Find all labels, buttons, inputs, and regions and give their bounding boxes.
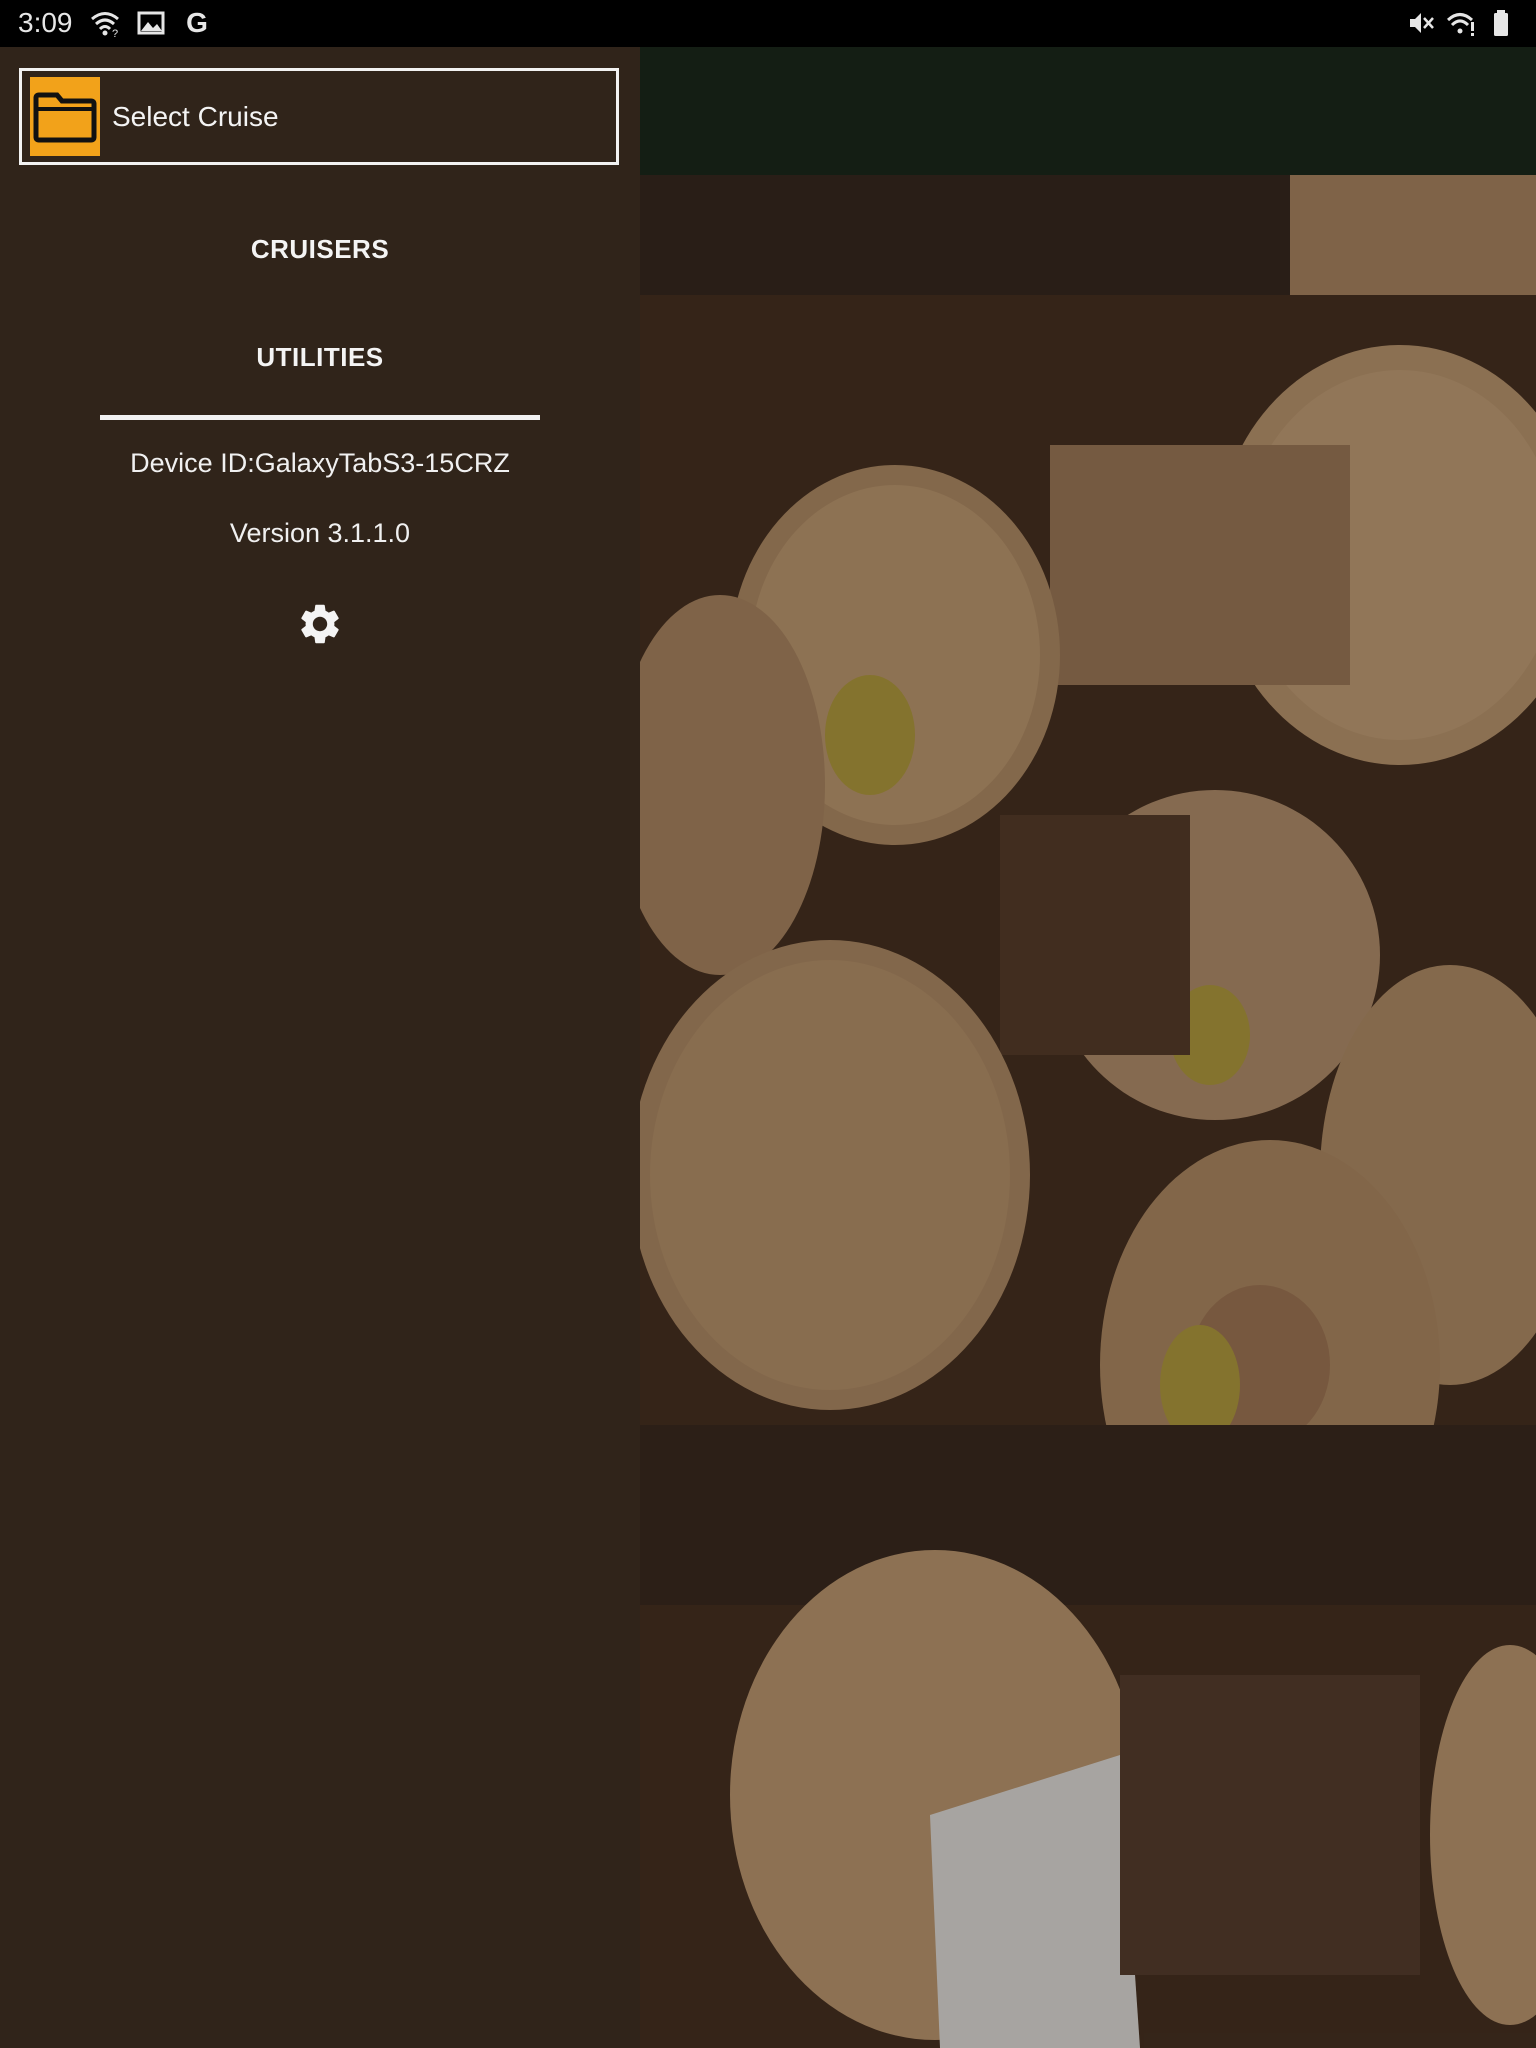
device-id-text: Device ID:GalaxyTabS3-15CRZ <box>130 448 510 478</box>
drawer-item-cruisers[interactable]: CRUISERS <box>0 234 640 265</box>
wifi-alert-icon <box>1446 8 1476 38</box>
select-cruise-label: Select Cruise <box>112 100 279 132</box>
status-time: 3:09 <box>18 7 73 38</box>
image-icon <box>136 8 166 38</box>
svg-text:?: ? <box>112 28 118 38</box>
folder-icon <box>30 77 100 156</box>
version-text: Version 3.1.1.0 <box>229 518 411 548</box>
select-cruise-button[interactable]: Select Cruise <box>19 68 619 165</box>
status-bar: 3:09 ? G <box>0 0 1536 47</box>
drawer-item-utilities[interactable]: UTILITIES <box>0 342 640 373</box>
gear-icon[interactable] <box>296 600 344 648</box>
status-right-icons <box>1406 8 1516 38</box>
wifi-question-icon: ? <box>90 8 120 38</box>
navigation-drawer: Select Cruise CRUISERS UTILITIES Device … <box>0 47 640 2048</box>
battery-icon <box>1486 8 1516 38</box>
status-left-icons: ? G <box>90 8 212 38</box>
screen: 3:09 ? G Select Cruise CRUISERS UTILITIE… <box>0 0 1536 2048</box>
mute-icon <box>1406 8 1436 38</box>
google-icon: G <box>186 7 208 38</box>
drawer-divider <box>100 415 540 420</box>
